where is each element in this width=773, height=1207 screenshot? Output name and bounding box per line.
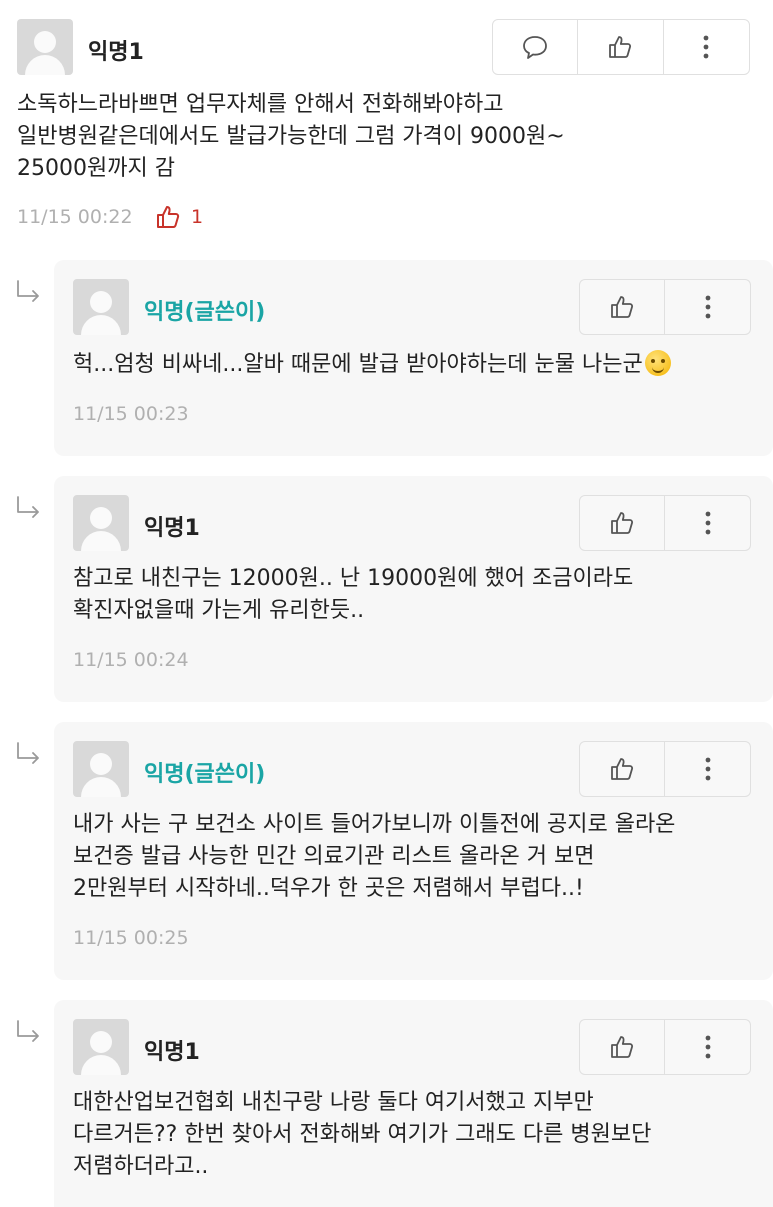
more-options-button[interactable] [665,1020,750,1074]
avatar [73,495,129,551]
reply-item: 익명1 대한산업보건협회 내친구랑 나랑 둘다 여기서했고 지부만 다르거든??… [54,1000,773,1207]
more-options-button[interactable] [665,280,750,334]
reply-author: 익명(글쓴이) [144,762,266,787]
avatar [17,19,73,75]
speech-bubble-icon [523,36,548,59]
thumbs-up-icon [611,296,634,318]
vertical-ellipsis-icon [703,35,709,59]
reply-text: 내가 사는 구 보건소 사이트 들어가보니까 이틀전에 공지로 올라온 보건증 … [73,812,676,901]
like-count: 1 [191,206,204,228]
like-button[interactable] [580,280,665,334]
reply-item: 익명1 참고로 내친구는 12000원.. 난 19000원에 했어 조금이라도… [54,476,773,702]
comment-author: 익명1 [88,40,144,65]
reply-time: 11/15 00:23 [73,403,189,425]
thumbs-up-icon [611,1036,634,1058]
vertical-ellipsis-icon [705,757,710,781]
vertical-ellipsis-icon [705,295,710,319]
vertical-ellipsis-icon [705,511,710,535]
comment-thread: 익명1 소독하느라바쁘면 업무자체를 안해서 전화해봐야하고 일반병원같은데에서… [0,0,773,1207]
comment-text: 소독하느라바쁘면 업무자체를 안해서 전화해봐야하고 일반병원같은데에서도 발급… [17,92,565,181]
thumbs-up-icon [611,512,634,534]
reply-actions [579,495,751,551]
reply-item: 익명(글쓴이) 헉...엄청 비싸네...알바 때문에 발급 받아야하는데 눈물… [54,260,773,456]
more-options-button[interactable] [665,742,750,796]
reply-author: 익명1 [144,516,200,541]
reply-item: 익명(글쓴이) 내가 사는 구 보건소 사이트 들어가보니까 이틀전에 공지로 … [54,722,773,980]
reply-text-content: 헉...엄청 비싸네...알바 때문에 발급 받아야하는데 눈물 나는군 [73,352,643,377]
more-options-button[interactable] [664,20,749,74]
reply-arrow-icon [17,496,39,518]
thumbs-up-icon [609,36,632,58]
avatar [73,279,129,335]
comment-actions [492,19,750,75]
vertical-ellipsis-icon [705,1035,710,1059]
reply-arrow-icon [17,742,39,764]
reply-author: 익명1 [144,1040,200,1065]
reply-actions [579,741,751,797]
thumbs-up-icon [611,758,634,780]
reply-author: 익명(글쓴이) [144,300,266,325]
reply-actions [579,279,751,335]
like-button[interactable] [580,1020,665,1074]
like-button[interactable] [580,496,665,550]
reply-actions [579,1019,751,1075]
more-options-button[interactable] [665,496,750,550]
reply-time: 11/15 00:25 [73,927,189,949]
reply-text: 참고로 내친구는 12000원.. 난 19000원에 했어 조금이라도 확진자… [73,566,634,623]
reply-comment-button[interactable] [493,20,579,74]
like-button[interactable] [580,742,665,796]
reply-arrow-icon [17,1020,39,1042]
comment-time: 11/15 00:22 [17,206,133,228]
reply-text: 헉...엄청 비싸네...알바 때문에 발급 받아야하는데 눈물 나는군 [73,349,763,381]
smiling-face-with-tear-icon [644,350,671,376]
avatar [73,1019,129,1075]
thumbs-up-icon [157,206,180,228]
reply-text: 대한산업보건협회 내친구랑 나랑 둘다 여기서했고 지부만 다르거든?? 한번 … [73,1090,652,1179]
reply-time: 11/15 00:24 [73,649,189,671]
like-button[interactable] [578,20,664,74]
reply-arrow-icon [17,280,39,302]
avatar [73,741,129,797]
